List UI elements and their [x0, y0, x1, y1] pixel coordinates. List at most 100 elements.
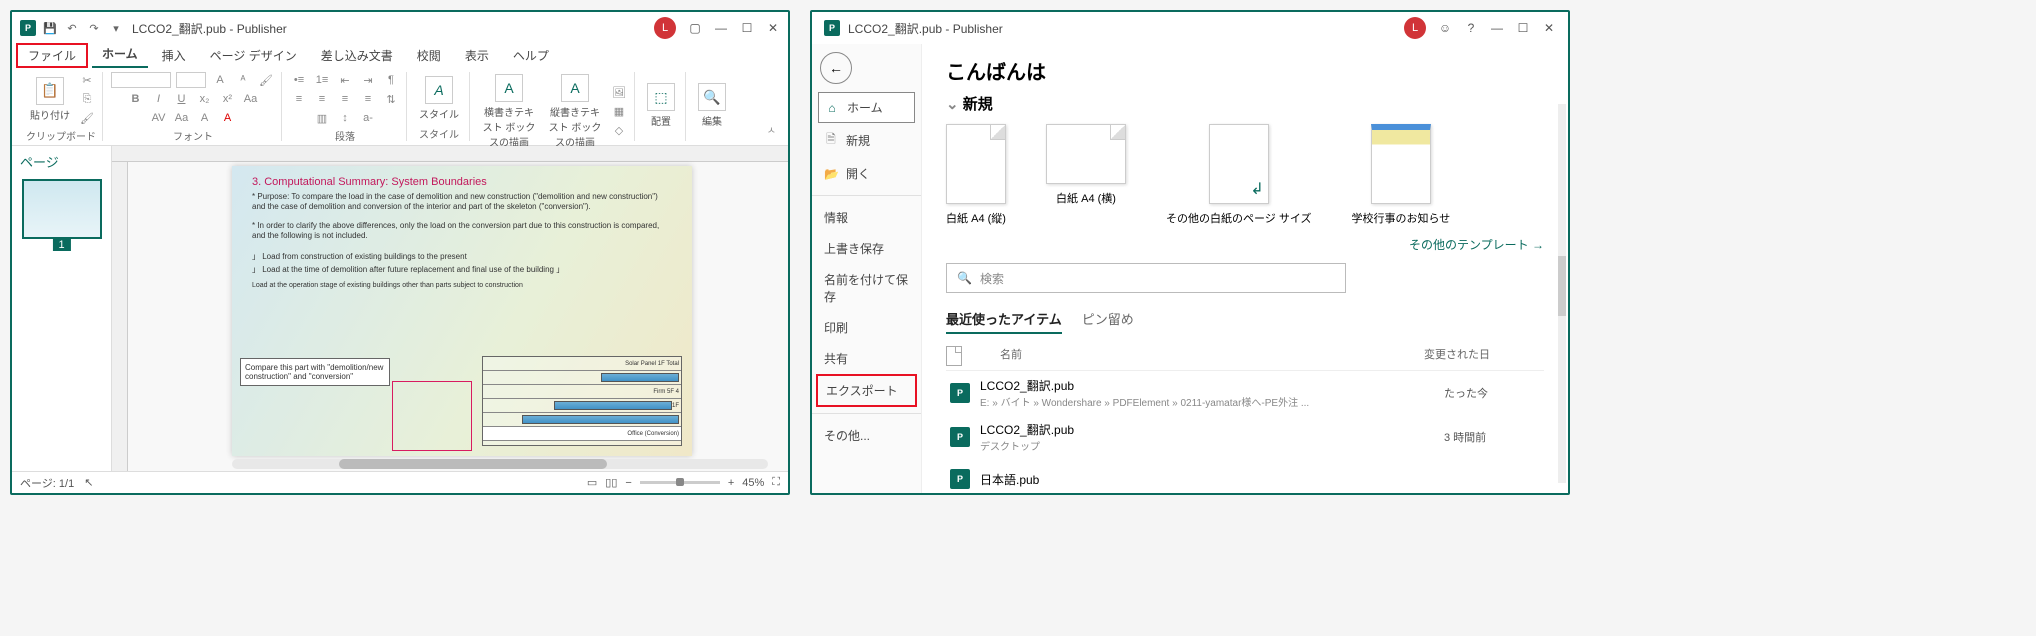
- close-icon[interactable]: ✕: [1542, 21, 1556, 35]
- superscript-icon[interactable]: x²: [219, 91, 237, 107]
- template-school[interactable]: 学校行事のお知らせ: [1352, 124, 1451, 226]
- highlight-icon[interactable]: A: [196, 110, 214, 126]
- underline-icon[interactable]: U: [173, 91, 191, 107]
- font-name-combo[interactable]: [111, 72, 171, 88]
- increase-indent-icon[interactable]: ⇥: [359, 72, 377, 88]
- nav-info[interactable]: 情報: [812, 202, 921, 233]
- tab-review[interactable]: 校閲: [407, 43, 451, 68]
- edit-button[interactable]: 🔍 編集: [694, 81, 730, 130]
- template-other-sizes[interactable]: ↲ その他の白紙のページ サイズ: [1166, 124, 1312, 226]
- canvas-area[interactable]: 3. Computational Summary: System Boundar…: [112, 146, 788, 471]
- file-row[interactable]: P LCCO2_翻訳.pub デスクトップ 3 時間前: [946, 415, 1544, 459]
- cut-icon[interactable]: ✂: [78, 72, 96, 88]
- tab-pinned[interactable]: ピン留め: [1082, 309, 1134, 334]
- change-case-icon[interactable]: Aa: [173, 110, 191, 126]
- shapes-icon[interactable]: ◇: [610, 123, 628, 139]
- italic-icon[interactable]: I: [150, 91, 168, 107]
- selection-box[interactable]: [392, 381, 472, 451]
- nav-home[interactable]: ⌂ホーム: [818, 92, 915, 123]
- scrollbar-thumb[interactable]: [1558, 256, 1566, 316]
- bold-icon[interactable]: B: [127, 91, 145, 107]
- zoom-slider[interactable]: [640, 481, 720, 484]
- nav-open[interactable]: 📂開く: [812, 158, 921, 189]
- tab-insert[interactable]: 挿入: [152, 43, 196, 68]
- format-painter-icon[interactable]: 🖌: [78, 110, 96, 126]
- tab-file[interactable]: ファイル: [16, 43, 88, 68]
- tab-mail-merge[interactable]: 差し込み文書: [311, 43, 403, 68]
- align-center-icon[interactable]: ≡: [313, 91, 331, 107]
- view-spread-icon[interactable]: ▯▯: [605, 476, 617, 489]
- grow-font-icon[interactable]: A: [211, 72, 229, 88]
- fit-page-icon[interactable]: ⛶: [772, 476, 780, 489]
- file-row[interactable]: P LCCO2_翻訳.pub E: » バイト » Wondershare » …: [946, 371, 1544, 415]
- paste-button[interactable]: 📋 貼り付け: [26, 75, 74, 124]
- tab-home[interactable]: ホーム: [92, 41, 148, 68]
- maximize-icon[interactable]: ☐: [740, 21, 754, 35]
- back-button[interactable]: ←: [820, 52, 852, 84]
- format-painter-small-icon[interactable]: 🖌: [257, 72, 275, 88]
- picture-icon[interactable]: 🖼: [610, 85, 628, 101]
- draw-text-h-button[interactable]: A 横書きテキスト ボックスの描画: [478, 72, 540, 151]
- nav-other[interactable]: その他...: [812, 420, 921, 451]
- arrange-button[interactable]: ⬚ 配置: [643, 81, 679, 130]
- feedback-icon[interactable]: ☺: [1438, 21, 1452, 35]
- user-avatar[interactable]: L: [654, 17, 676, 39]
- pilcrow-icon[interactable]: ¶: [382, 72, 400, 88]
- font-color-icon[interactable]: A: [219, 110, 237, 126]
- save-icon[interactable]: 💾: [42, 20, 58, 36]
- close-icon[interactable]: ✕: [766, 21, 780, 35]
- nav-new[interactable]: 🗎新規: [812, 123, 921, 158]
- font-size-combo[interactable]: [176, 72, 206, 88]
- zoom-out-icon[interactable]: −: [625, 477, 631, 489]
- align-left-icon[interactable]: ≡: [290, 91, 308, 107]
- document-page[interactable]: 3. Computational Summary: System Boundar…: [232, 166, 692, 456]
- shrink-font-icon[interactable]: ᴬ: [234, 72, 252, 88]
- col-date[interactable]: 変更された日: [1424, 346, 1544, 366]
- nav-print[interactable]: 印刷: [812, 312, 921, 343]
- numbering-icon[interactable]: 1≡: [313, 72, 331, 88]
- ribbon-options-icon[interactable]: ▢: [688, 21, 702, 35]
- text-effects-icon[interactable]: Aa: [242, 91, 260, 107]
- page-indicator[interactable]: ページ: 1/1: [20, 475, 74, 491]
- align-right-icon[interactable]: ≡: [336, 91, 354, 107]
- decrease-indent-icon[interactable]: ⇤: [336, 72, 354, 88]
- nav-export[interactable]: エクスポート: [816, 374, 917, 407]
- vertical-scrollbar[interactable]: [1558, 104, 1566, 483]
- template-a4-landscape[interactable]: 白紙 A4 (横): [1046, 124, 1126, 226]
- minimize-icon[interactable]: —: [1490, 21, 1504, 35]
- template-a4-portrait[interactable]: 白紙 A4 (縦): [946, 124, 1006, 226]
- text-direction-icon[interactable]: ↕: [336, 110, 354, 126]
- line-spacing-icon[interactable]: ⇅: [382, 91, 400, 107]
- hyphenation-icon[interactable]: a-: [359, 110, 377, 126]
- col-name[interactable]: 名前: [970, 346, 1424, 366]
- view-single-icon[interactable]: ▭: [587, 476, 597, 489]
- table-icon[interactable]: ▦: [610, 104, 628, 120]
- tab-help[interactable]: ヘルプ: [503, 43, 559, 68]
- horizontal-scrollbar[interactable]: [232, 459, 768, 469]
- nav-save-as[interactable]: 名前を付けて保存: [812, 264, 921, 312]
- justify-icon[interactable]: ≡: [359, 91, 377, 107]
- tab-recent[interactable]: 最近使ったアイテム: [946, 309, 1062, 334]
- char-spacing-icon[interactable]: AV: [150, 110, 168, 126]
- more-templates-link[interactable]: その他のテンプレート: [946, 236, 1544, 253]
- collapse-ribbon-icon[interactable]: ㅅ: [763, 118, 780, 141]
- scrollbar-thumb[interactable]: [339, 459, 607, 469]
- zoom-in-icon[interactable]: +: [728, 477, 734, 489]
- nav-save[interactable]: 上書き保存: [812, 233, 921, 264]
- qat-dropdown-icon[interactable]: ▾: [108, 20, 124, 36]
- file-row[interactable]: P 日本語.pub: [946, 459, 1544, 493]
- user-avatar[interactable]: L: [1404, 17, 1426, 39]
- nav-share[interactable]: 共有: [812, 343, 921, 374]
- section-new[interactable]: 新規: [946, 93, 1544, 114]
- undo-icon[interactable]: ↶: [64, 20, 80, 36]
- bullets-icon[interactable]: •≡: [290, 72, 308, 88]
- styles-button[interactable]: A スタイル: [415, 74, 463, 123]
- search-input[interactable]: 🔍 検索: [946, 263, 1346, 293]
- copy-icon[interactable]: ⎘: [78, 91, 96, 107]
- tab-page-design[interactable]: ページ デザイン: [200, 43, 307, 68]
- help-icon[interactable]: ?: [1464, 21, 1478, 35]
- subscript-icon[interactable]: x₂: [196, 91, 214, 107]
- draw-text-v-button[interactable]: A 縦書きテキスト ボックスの描画: [544, 72, 606, 151]
- zoom-value[interactable]: 45%: [742, 477, 764, 489]
- tab-view[interactable]: 表示: [455, 43, 499, 68]
